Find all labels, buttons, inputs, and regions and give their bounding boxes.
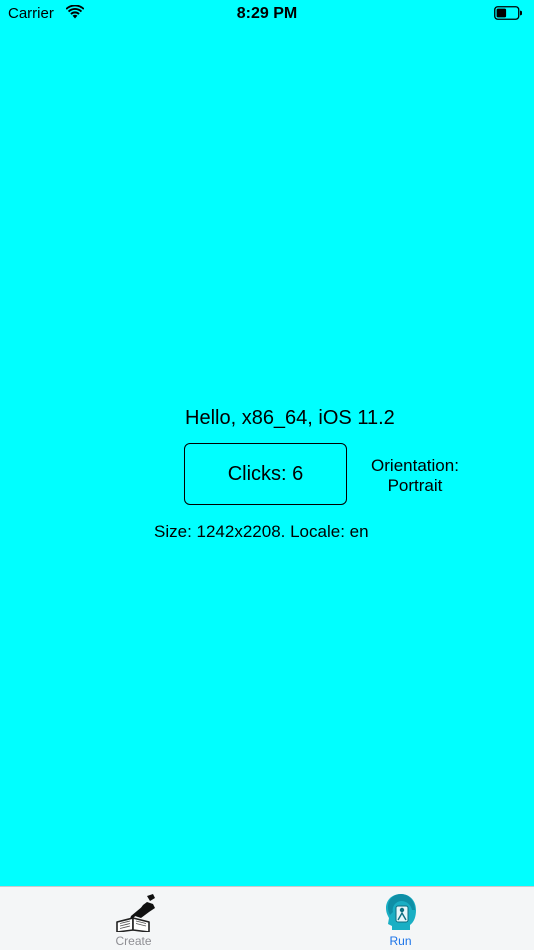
tab-run[interactable]: Run — [267, 887, 534, 950]
tab-bar: Create Run — [0, 886, 534, 950]
orientation-label: Orientation: Portrait — [360, 456, 470, 496]
person-run-icon — [386, 894, 416, 930]
tab-run-label: Run — [389, 934, 412, 948]
clicks-button[interactable]: Clicks: 6 — [184, 443, 347, 505]
size-locale-label: Size: 1242x2208. Locale: en — [154, 522, 369, 541]
orientation-line-2: Portrait — [387, 476, 443, 495]
tab-create-label: Create — [115, 934, 152, 948]
main-content: Hello, x86_64, iOS 11.2 Clicks: 6 Orient… — [0, 0, 534, 886]
orientation-line-1: Orientation: — [371, 456, 459, 475]
hello-label: Hello, x86_64, iOS 11.2 — [185, 407, 395, 429]
book-pen-icon — [116, 894, 155, 932]
tab-create[interactable]: Create — [0, 887, 267, 950]
